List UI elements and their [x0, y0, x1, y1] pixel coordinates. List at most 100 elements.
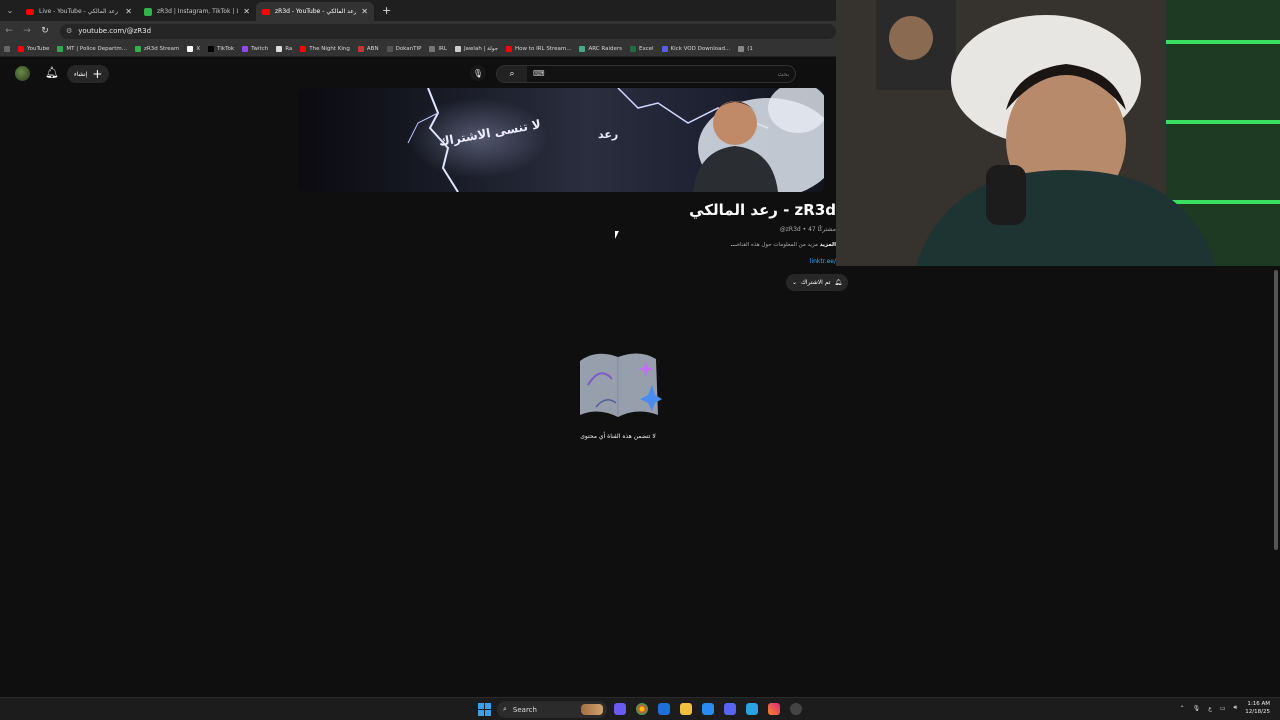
tab-live-youtube[interactable]: Live - YouTube - ﺭﻋﺪ ﺍﻟﻤﺎﻟﻜﻲ ✕	[20, 2, 138, 21]
webcam-video-frame	[836, 0, 1280, 266]
bookmark-favicon-icon	[738, 45, 745, 52]
bookmark-label: zR3d Stream	[144, 45, 180, 52]
taskbar-search[interactable]: ⌕ Search	[497, 701, 607, 718]
bookmark-label: How to IRL Stream...	[515, 45, 572, 52]
channel-description-text: ﻣﺰﻳﺪ ﻣﻦ ﺍﻟﻤﻌﻠﻮﻣﺎﺕ ﺣﻮﻝ ﻫﺬﻩ ﺍﻟﻘﻨﺎﺓ	[737, 242, 818, 248]
account-avatar[interactable]	[15, 66, 30, 81]
tab-title: zR3d - YouTube - ﺭﻋﺪ ﺍﻟﻤﺎﻟﻜﻲ	[275, 8, 357, 15]
subscribed-label: ﺗﻢ ﺍﻻﺷﺘﺮﺍﻙ	[800, 279, 831, 286]
volume-icon[interactable]: 🔊︎	[1234, 704, 1238, 712]
bookmark-favicon-icon	[187, 45, 194, 52]
voice-search-mic-icon[interactable]: 🎙︎	[470, 65, 486, 81]
bookmark-favicon-icon	[386, 45, 393, 52]
bookmark-item[interactable]: How to IRL Stream...	[506, 45, 572, 52]
bookmark-item[interactable]: MT | Police Departm...	[57, 45, 128, 52]
obs-icon[interactable]	[790, 703, 802, 715]
site-info-icon[interactable]: ⚙	[66, 27, 72, 35]
keyboard-icon[interactable]: ⌨	[533, 69, 545, 78]
bookmark-item[interactable]: X	[187, 45, 201, 52]
bookmark-item[interactable]: DokanTIP	[386, 45, 421, 52]
bookmark-label: ABN	[366, 45, 379, 52]
url-text: youtube.com/@zR3d	[78, 27, 152, 35]
copilot-icon[interactable]	[614, 703, 626, 715]
create-button[interactable]: ﺇﻧﺸﺎﺀ +	[67, 65, 110, 83]
close-tab-icon[interactable]: ✕	[361, 7, 368, 16]
channel-external-link[interactable]: linktr.ee/	[810, 258, 836, 265]
bookmark-item[interactable]: TikTok	[208, 45, 235, 52]
file-explorer-icon[interactable]	[680, 703, 692, 715]
bookmark-item[interactable]: Excel	[629, 45, 654, 52]
search-icon: ⌕	[509, 69, 515, 79]
tab-search-button[interactable]: ⌄	[0, 0, 20, 21]
bookmark-label: (1	[747, 45, 753, 52]
bookmark-label: TikTok	[217, 45, 235, 52]
bookmark-label: ARC Raiders	[588, 45, 622, 52]
bookmark-item[interactable]: YouTube	[18, 45, 50, 52]
bookmark-favicon-icon	[579, 45, 586, 52]
edge-icon[interactable]	[658, 703, 670, 715]
new-tab-button[interactable]: +	[382, 4, 391, 17]
channel-description[interactable]: ...ﺍﻟﻤﺰﻳﺪ ﻣﺰﻳﺪ ﻣﻦ ﺍﻟﻤﻌﻠﻮﻣﺎﺕ ﺣﻮﻝ ﻫﺬﻩ ﺍﻟﻘﻨ…	[731, 242, 836, 248]
tab-title: Live - YouTube - ﺭﻋﺪ ﺍﻟﻤﺎﻟﻜﻲ	[39, 8, 119, 15]
bookmark-label: Excel	[638, 45, 654, 52]
back-icon[interactable]: ←	[0, 26, 18, 36]
bookmark-label: Ra	[285, 45, 293, 52]
instagram-icon[interactable]	[768, 703, 780, 715]
network-icon[interactable]: ▭	[1220, 705, 1226, 712]
bookmark-item[interactable]: ARC Raiders	[579, 45, 622, 52]
bookmark-label: IRL	[438, 45, 447, 52]
bell-icon: 🔔︎	[834, 279, 843, 286]
windows-taskbar: ⌕ Search ⌃ 🎙︎ ع ▭ 🔊︎ 1:16 AM 12/18/25	[0, 697, 1280, 720]
plus-icon: +	[92, 67, 103, 81]
clock-date: 12/18/25	[1245, 709, 1270, 715]
tab-channel-youtube[interactable]: zR3d - YouTube - ﺭﻋﺪ ﺍﻟﻤﺎﻟﻜﻲ ✕	[256, 2, 374, 21]
address-bar-row: ← → ↻ ⚙ youtube.com/@zR3d	[0, 21, 836, 41]
telegram-icon[interactable]	[746, 703, 758, 715]
language-indicator-icon[interactable]: ع	[1208, 705, 1212, 712]
apps-icon[interactable]	[4, 45, 10, 52]
bookmark-item[interactable]: zR3d Stream	[135, 45, 180, 52]
banner-logo: ﺭﻋﺪ	[598, 128, 618, 141]
bookmark-favicon-icon	[357, 45, 364, 52]
close-tab-icon[interactable]: ✕	[243, 7, 250, 16]
bookmark-label: The Night King	[309, 45, 350, 52]
forward-icon[interactable]: →	[18, 26, 36, 36]
notifications-bell-icon[interactable]: 🔔︎	[45, 66, 59, 79]
bookmark-label: X	[196, 45, 201, 52]
scrollbar-thumb[interactable]	[1274, 270, 1278, 550]
bookmark-label: MT | Police Departm...	[66, 45, 128, 52]
bookmark-item[interactable]: (1	[738, 45, 753, 52]
subscribed-button[interactable]: ⌄ ﺗﻢ ﺍﻻﺷﺘﺮﺍﻙ 🔔︎	[786, 274, 848, 291]
bookmark-item[interactable]: Jawlah | ﺟﻮﻟﺔ	[454, 45, 498, 52]
bookmark-favicon-icon	[208, 45, 215, 52]
bookmark-favicon-icon	[506, 45, 513, 52]
tab-linktree[interactable]: zR3d | Instagram, TikTok | Linkt ✕	[138, 2, 256, 21]
linktree-icon	[144, 7, 152, 16]
bookmark-item[interactable]: IRL	[429, 45, 447, 52]
tab-title: zR3d | Instagram, TikTok | Linkt	[157, 8, 238, 15]
store-icon[interactable]	[702, 703, 714, 715]
bookmark-item[interactable]: Twitch	[242, 45, 268, 52]
search-button[interactable]: ⌕	[497, 66, 527, 82]
bookmark-item[interactable]: Ra	[276, 45, 293, 52]
chrome-icon[interactable]	[636, 703, 648, 715]
chevron-up-icon[interactable]: ⌃	[1180, 705, 1185, 712]
bookmark-item[interactable]: ABN	[357, 45, 379, 52]
youtube-icon	[26, 8, 34, 15]
bookmarks-bar: YouTube MT | Police Departm... zR3d Stream…	[0, 41, 836, 57]
windows-start-icon[interactable]	[478, 703, 491, 716]
bookmark-item[interactable]: Kick VOD Download...	[661, 45, 730, 52]
clock[interactable]: 1:16 AM 12/18/25	[1245, 700, 1270, 716]
discord-icon[interactable]	[724, 703, 736, 715]
search-box: ⌕ ⌨	[496, 65, 796, 83]
reload-icon[interactable]: ↻	[36, 26, 54, 36]
bookmark-favicon-icon	[276, 45, 283, 52]
close-tab-icon[interactable]: ✕	[125, 7, 132, 16]
microphone-icon[interactable]: 🎙︎	[1193, 705, 1201, 712]
page-scrollbar[interactable]	[1272, 266, 1280, 696]
search-highlight-image	[581, 704, 603, 715]
url-field[interactable]: ⚙ youtube.com/@zR3d	[60, 23, 836, 39]
search-input[interactable]	[589, 68, 789, 80]
bookmark-label: YouTube	[27, 45, 50, 52]
bookmark-item[interactable]: The Night King	[300, 45, 350, 52]
